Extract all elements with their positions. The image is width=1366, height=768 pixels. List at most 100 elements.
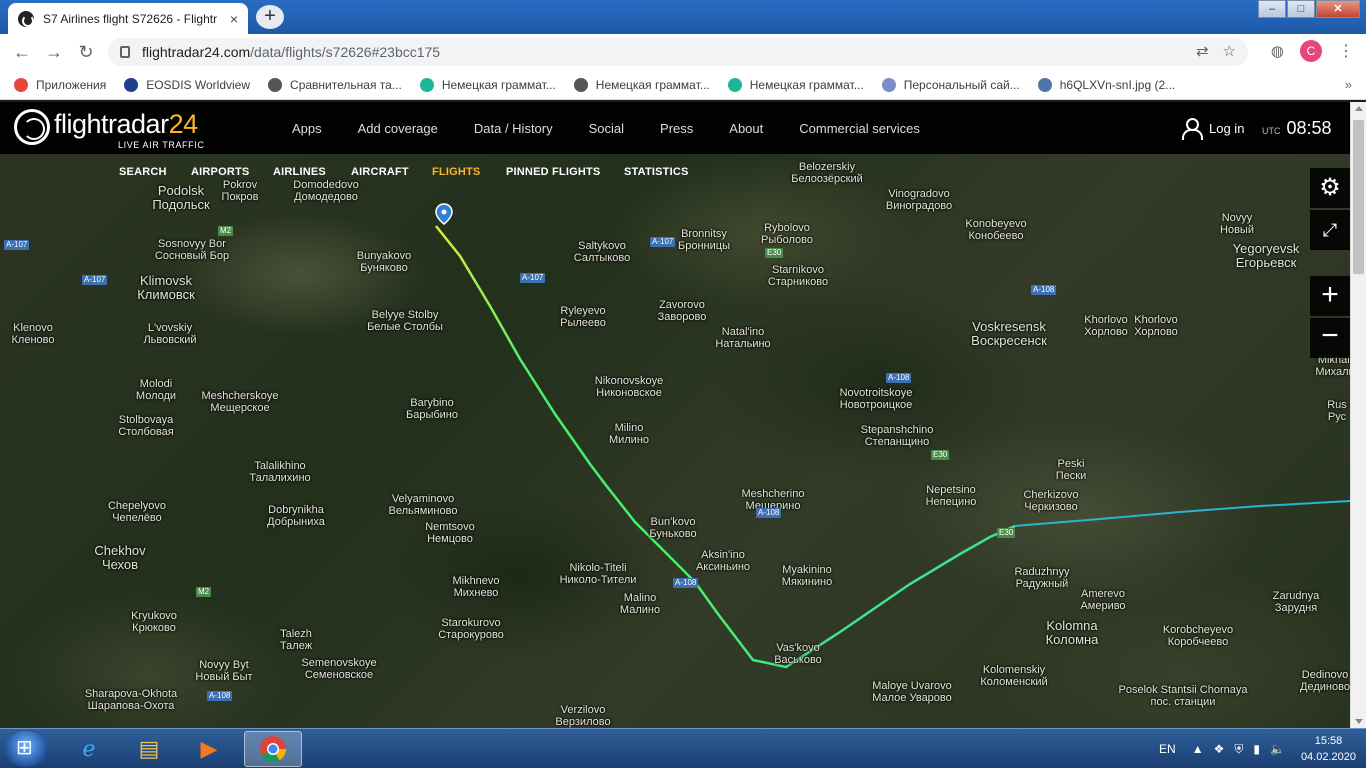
page-scrollbar[interactable] bbox=[1350, 102, 1366, 728]
bookmarks-overflow-button[interactable]: » bbox=[1345, 77, 1352, 92]
map-place-label: Nikolo-Titeli Николо-Тители bbox=[559, 562, 637, 586]
bookmark-item[interactable]: Приложения bbox=[14, 77, 106, 92]
map-place-label: Natal'ino Натальино bbox=[715, 326, 771, 350]
settings-gear-icon[interactable]: ⚙ bbox=[1310, 168, 1350, 208]
file-explorer-icon[interactable]: ▤ bbox=[120, 731, 178, 767]
map-place-label: Starokurovo Старокурово bbox=[438, 617, 504, 641]
start-button[interactable] bbox=[4, 731, 48, 767]
main-nav-item[interactable]: About bbox=[711, 121, 781, 136]
bookmark-favicon-icon bbox=[727, 77, 742, 92]
close-window-button[interactable]: ✕ bbox=[1316, 0, 1360, 18]
main-nav-item[interactable]: Add coverage bbox=[340, 121, 456, 136]
subnav-item[interactable]: FLIGHTS bbox=[432, 166, 480, 178]
road-shield: M2 bbox=[196, 587, 212, 597]
lock-icon bbox=[120, 46, 130, 58]
map-place-label: Malino Малино bbox=[619, 592, 661, 616]
bookmark-item[interactable]: Немецкая граммат... bbox=[419, 77, 556, 92]
browser-tab[interactable]: S7 Airlines flight S72626 - Flightr × bbox=[8, 3, 248, 34]
main-nav-item[interactable]: Social bbox=[571, 121, 642, 136]
translate-icon[interactable]: ⇄ bbox=[1196, 42, 1209, 60]
flight-map[interactable]: SEARCH AIRPORTS AIRLINES AIRCRAFT FLIGHTS PIN… bbox=[0, 154, 1350, 728]
fullscreen-icon[interactable]: ⤢ bbox=[1310, 210, 1350, 250]
profile-avatar[interactable]: C bbox=[1300, 40, 1322, 62]
map-place-label: Nikonovskoye Никоновское bbox=[594, 375, 664, 399]
fr24-header: flightradar24 LIVE AIR TRAFFIC Apps Add c… bbox=[0, 102, 1350, 154]
map-place-label: Poselok Stantsii Chornaya пос. станции bbox=[1118, 684, 1248, 708]
aircraft-position-marker bbox=[435, 203, 453, 225]
map-place-label: Verzilovo Верзилово bbox=[555, 704, 611, 728]
forward-arrow-icon[interactable]: → bbox=[38, 42, 70, 63]
maximize-button[interactable]: □ bbox=[1287, 0, 1315, 18]
map-place-label: Novyy Новый bbox=[1220, 212, 1254, 236]
road-shield: A-108 bbox=[886, 373, 912, 383]
utc-clock: UTC 08:58 bbox=[1262, 118, 1332, 138]
map-place-label: Kolomenskiy Коломенский bbox=[980, 664, 1048, 688]
map-place-label: Vas'kovo Васьково bbox=[774, 642, 822, 666]
road-shield: A-108 bbox=[207, 691, 233, 701]
tray-expand-icon[interactable]: ▲ bbox=[1192, 742, 1204, 757]
internet-explorer-icon[interactable]: ℯ bbox=[60, 731, 118, 767]
main-nav-item[interactable]: Commercial services bbox=[781, 121, 938, 136]
chrome-menu-icon[interactable]: ⋮ bbox=[1338, 41, 1354, 61]
reload-icon[interactable]: ↻ bbox=[70, 42, 102, 63]
bookmark-item[interactable]: EOSDIS Worldview bbox=[124, 77, 250, 92]
bookmarks-bar: Приложения EOSDIS Worldview Сравнительная … bbox=[0, 70, 1366, 100]
map-place-label: Chepelyovo Чепелёво bbox=[107, 500, 167, 524]
flightradar-favicon-icon bbox=[18, 10, 34, 27]
map-place-label: Novotroitskoye Новотроицкое bbox=[839, 387, 913, 411]
subnav-item[interactable]: SEARCH bbox=[119, 166, 167, 178]
main-nav: Apps Add coverage Data / History Social Pres… bbox=[274, 102, 938, 154]
bookmark-favicon-icon bbox=[1037, 77, 1052, 92]
bookmark-item[interactable]: Персональный сай... bbox=[881, 77, 1020, 92]
network-signal-icon[interactable]: ▮ bbox=[1253, 742, 1260, 757]
scroll-down-icon[interactable] bbox=[1355, 719, 1363, 724]
map-place-label: Talezh Талеж bbox=[279, 628, 313, 652]
map-place-label: Starnikovo Старниково bbox=[767, 264, 829, 288]
bookmark-item[interactable]: h6QLXVn-snI.jpg (2... bbox=[1037, 77, 1175, 92]
globe-extension-icon[interactable]: ◍ bbox=[1271, 42, 1284, 60]
zoom-in-button[interactable]: + bbox=[1310, 276, 1350, 316]
bookmark-item[interactable]: Сравнительная та... bbox=[268, 77, 402, 92]
subnav-item[interactable]: AIRPORTS bbox=[191, 166, 249, 178]
scroll-up-icon[interactable] bbox=[1355, 106, 1363, 111]
map-place-label: Semenovskoye Семеновское bbox=[301, 657, 377, 681]
road-shield: A-107 bbox=[650, 237, 676, 247]
clock-date[interactable]: 15:58 04.02.2020 bbox=[1301, 733, 1356, 765]
map-place-label: Mikhnevo Михнево bbox=[452, 575, 500, 599]
zoom-out-button[interactable]: − bbox=[1310, 318, 1350, 358]
back-arrow-icon[interactable]: ← bbox=[6, 42, 38, 63]
map-place-label: Khorlovo Хорлово bbox=[1084, 314, 1128, 338]
new-tab-button[interactable]: + bbox=[256, 5, 284, 29]
address-bar[interactable]: flightradar24.com/data/flights/s72626#23… bbox=[108, 38, 1248, 66]
map-place-label: Saltykovo Салтыково bbox=[573, 240, 631, 264]
system-tray: EN ▲ ❖ ⛨ ▮ 🔈 15:58 04.02.2020 bbox=[1159, 729, 1356, 768]
scroll-thumb[interactable] bbox=[1353, 120, 1364, 274]
subnav-item[interactable]: STATISTICS bbox=[624, 166, 689, 178]
chrome-logo-icon bbox=[260, 736, 287, 763]
bookmark-star-icon[interactable]: ☆ bbox=[1223, 42, 1236, 60]
main-nav-item[interactable]: Apps bbox=[274, 121, 340, 136]
bookmark-item[interactable]: Немецкая граммат... bbox=[573, 77, 710, 92]
language-indicator[interactable]: EN bbox=[1159, 742, 1176, 756]
subnav-item[interactable]: AIRLINES bbox=[273, 166, 326, 178]
chrome-taskbar-icon[interactable] bbox=[244, 731, 302, 767]
volume-icon[interactable]: 🔈 bbox=[1270, 742, 1285, 757]
main-nav-item[interactable]: Press bbox=[642, 121, 711, 136]
dropbox-icon[interactable]: ❖ bbox=[1214, 742, 1225, 757]
flightradar24-logo[interactable]: flightradar24 LIVE AIR TRAFFIC bbox=[14, 109, 204, 150]
road-shield: E30 bbox=[931, 450, 950, 460]
road-shield: A-107 bbox=[82, 275, 108, 285]
subnav-item[interactable]: PINNED FLIGHTS bbox=[506, 166, 600, 178]
main-nav-item[interactable]: Data / History bbox=[456, 121, 571, 136]
map-place-label: Stolbovaya Столбовая bbox=[118, 414, 174, 438]
subnav-item[interactable]: AIRCRAFT bbox=[351, 166, 409, 178]
media-player-icon[interactable]: ▶ bbox=[180, 731, 238, 767]
url-text: flightradar24.com/data/flights/s72626#23… bbox=[142, 44, 441, 60]
bookmark-item[interactable]: Немецкая граммат... bbox=[727, 77, 864, 92]
tab-close-icon[interactable]: × bbox=[230, 11, 238, 27]
login-button[interactable]: Log in bbox=[1182, 118, 1244, 140]
map-place-label: Korobcheyevo Коробчеево bbox=[1162, 624, 1234, 648]
bookmark-favicon-icon bbox=[124, 77, 139, 92]
minimize-button[interactable]: – bbox=[1258, 0, 1286, 18]
antivirus-icon[interactable]: ⛨ bbox=[1234, 742, 1243, 757]
